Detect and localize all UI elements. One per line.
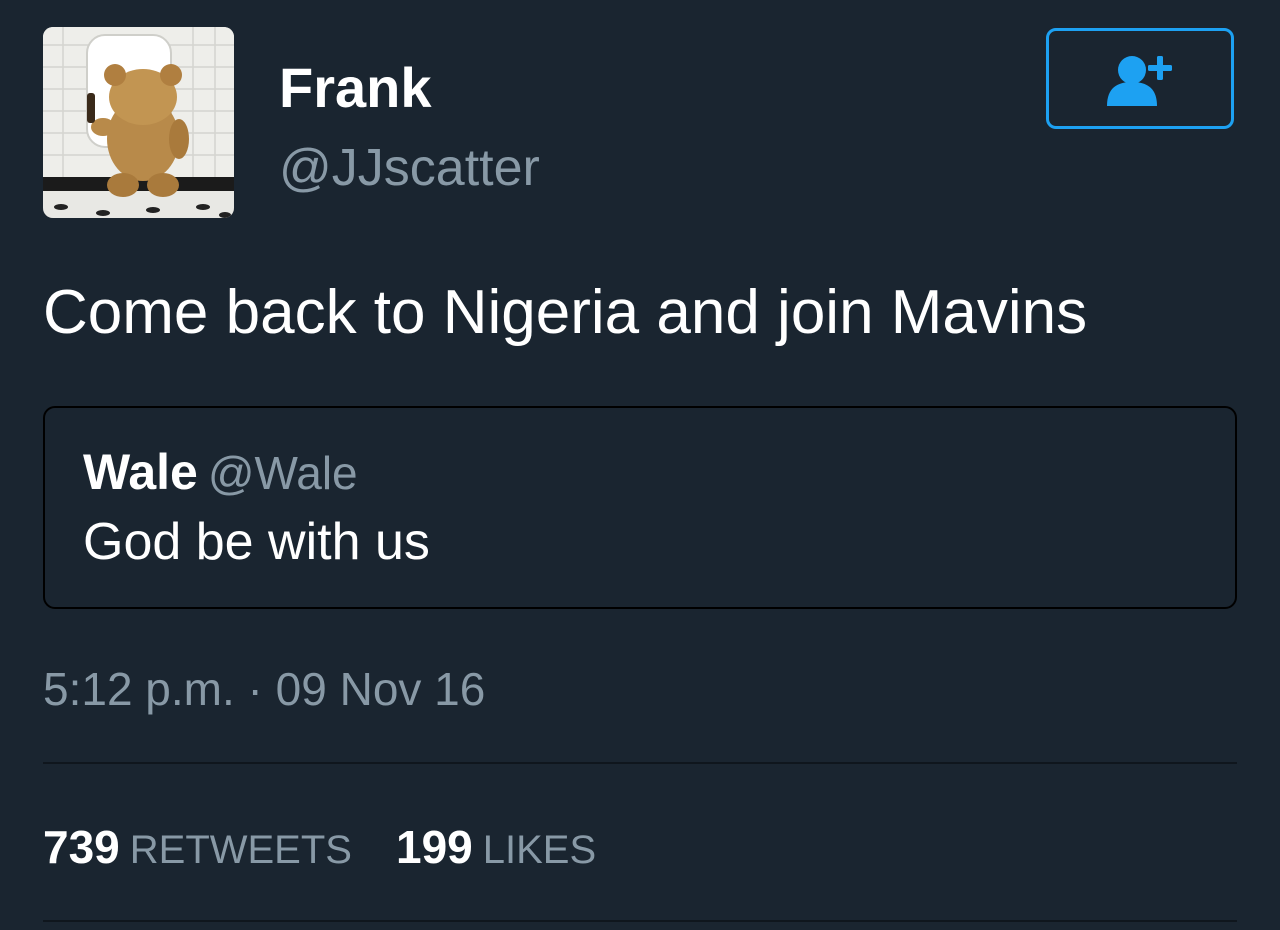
tweet-detail: Frank @JJscatter Come back to Nigeria an… (0, 0, 1280, 930)
likes-count: 199 (395, 821, 473, 873)
quoted-tweet-author-name: Wale (83, 444, 198, 500)
add-user-icon (1107, 55, 1172, 106)
tweet-timestamp: 5:12 p.m. · 09 Nov 16 (43, 663, 486, 715)
likes-label: LIKES (482, 828, 597, 872)
author-display-name[interactable]: Frank (279, 56, 432, 120)
retweets-label: RETWEETS (129, 828, 352, 872)
teddy-bear-icon (43, 27, 234, 218)
quoted-tweet-card[interactable]: Wale @Wale God be with us (43, 406, 1237, 609)
likes-stat[interactable]: 199 LIKES (396, 820, 596, 886)
retweets-stat[interactable]: 739 RETWEETS (43, 820, 352, 886)
retweets-count: 739 (43, 821, 120, 873)
quoted-tweet-header: Wale @Wale (83, 444, 358, 513)
quoted-tweet-text: God be with us (83, 513, 430, 571)
divider (43, 920, 1237, 922)
tweet-stats: 739 RETWEETS 199 LIKES (43, 820, 596, 886)
author-handle[interactable]: @JJscatter (279, 138, 540, 198)
author-avatar[interactable] (43, 27, 234, 218)
follow-button[interactable] (1046, 28, 1234, 129)
tweet-text: Come back to Nigeria and join Mavins (43, 278, 1088, 347)
divider (43, 762, 1237, 764)
quoted-tweet-author-handle: @Wale (207, 447, 358, 499)
